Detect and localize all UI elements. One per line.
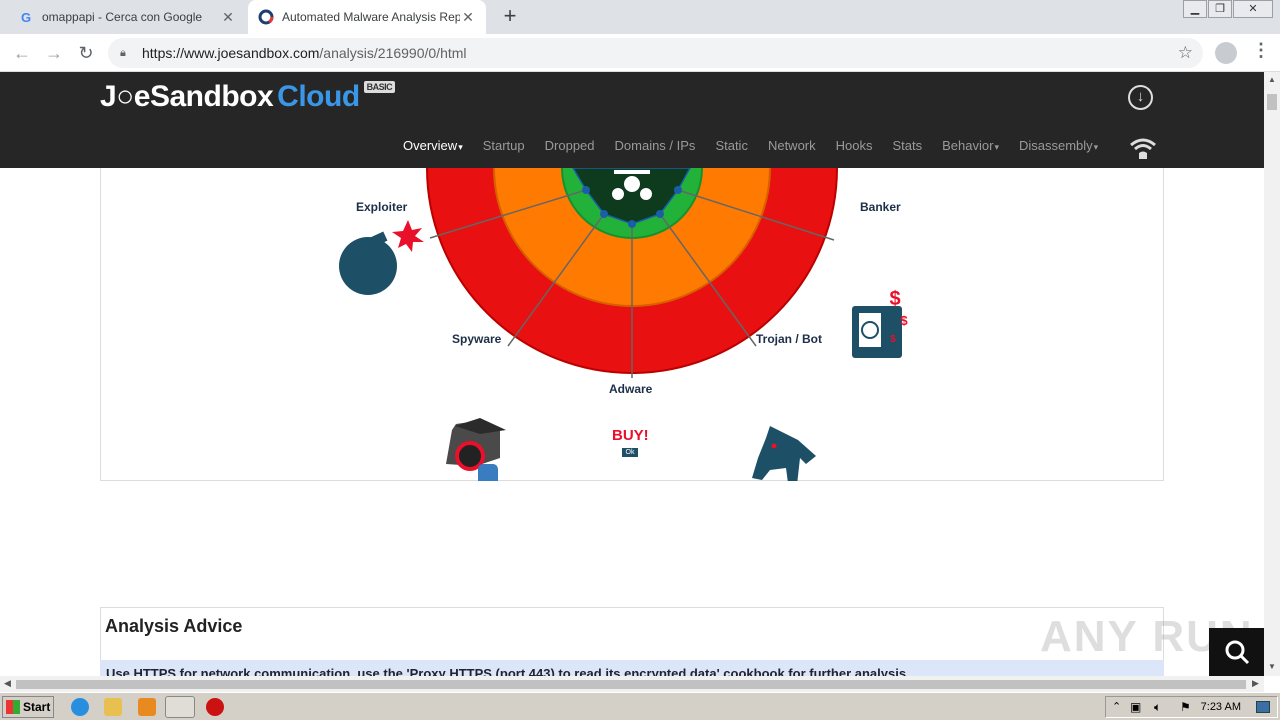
logo-text: J○eSandbox — [100, 80, 274, 113]
tab-malware-report[interactable]: Automated Malware Analysis Report ✕ — [248, 0, 486, 34]
wifi-icon[interactable] — [1128, 134, 1158, 160]
caret-down-icon: ▾ — [994, 142, 999, 152]
nav-disassembly[interactable]: Disassembly▾ — [1019, 138, 1098, 153]
lock-icon: 🔒︎ — [120, 47, 126, 59]
nav-label: Static — [715, 138, 748, 153]
chrome-icon[interactable] — [165, 696, 195, 718]
logo-cloud: Cloud — [277, 80, 360, 113]
system-tray: ⌃ ▣ 🔈︎ ⚑ 7:23 AM — [1105, 696, 1278, 718]
minimize-button[interactable]: ▁ — [1183, 0, 1207, 18]
analysis-advice-title: Analysis Advice — [105, 616, 243, 636]
close-icon[interactable]: ✕ — [220, 9, 236, 26]
svg-text:$: $ — [900, 313, 908, 328]
search-button[interactable] — [1209, 628, 1264, 676]
nav-label: Hooks — [835, 138, 873, 153]
svg-text:$: $ — [889, 288, 900, 310]
clock: 7:23 AM — [1200, 701, 1241, 713]
maximize-button[interactable]: ❐ — [1208, 0, 1232, 18]
caret-down-icon: ▾ — [1093, 142, 1099, 152]
profile-avatar[interactable] — [1215, 42, 1237, 64]
adware-buy-text: BUY! — [612, 427, 649, 444]
nav-static[interactable]: Static — [715, 138, 748, 153]
google-icon: G — [20, 9, 32, 25]
nav-label: Overview — [403, 138, 458, 153]
nav-network[interactable]: Network — [768, 138, 816, 153]
start-label: Start — [23, 700, 51, 714]
volume-icon[interactable]: 🔈︎ — [1154, 700, 1161, 715]
opera-icon[interactable] — [206, 698, 224, 716]
nav-label: Domains / IPs — [614, 138, 696, 153]
nav-label: Network — [767, 138, 816, 153]
label-exploiter: Exploiter — [356, 200, 408, 214]
url-path: /analysis/216990/0/html — [319, 45, 467, 61]
logo-badge: BASIC — [363, 81, 396, 93]
nav-domains-ips[interactable]: Domains / IPs — [615, 138, 696, 153]
internet-explorer-icon[interactable] — [71, 698, 89, 716]
bookmark-star-icon[interactable]: ☆ — [1178, 43, 1193, 63]
site-header: J○eSandbox Cloud BASIC ↓ Overview▾ Startup D… — [0, 72, 1264, 168]
label-adware: Adware — [609, 382, 653, 396]
windows-taskbar: Start ⌃ ▣ 🔈︎ ⚑ 7:23 AM — [0, 692, 1280, 720]
address-bar[interactable]: 🔒︎ https://www.joesandbox.com/analysis/2… — [108, 38, 1203, 68]
vertical-scrollbar[interactable]: ▲ ▼ — [1264, 72, 1280, 676]
nav-stats[interactable]: Stats — [893, 138, 923, 153]
reload-button[interactable]: ↻ — [74, 41, 98, 65]
tab-google-search[interactable]: G omappapi - Cerca con Google ✕ — [8, 0, 246, 34]
nav-dropped[interactable]: Dropped — [545, 138, 595, 153]
label-spyware: Spyware — [452, 332, 502, 346]
url-host: https://www.joesandbox.com — [142, 45, 320, 61]
close-window-button[interactable]: ✕ — [1233, 0, 1273, 18]
bomb-icon — [339, 220, 424, 295]
adware-ok-button: Ok — [622, 448, 638, 457]
joesandbox-logo[interactable]: J○eSandbox Cloud BASIC — [100, 80, 396, 114]
horse-icon — [752, 426, 816, 481]
tab-title: Automated Malware Analysis Report — [282, 10, 460, 24]
nav-label: Dropped — [544, 138, 595, 153]
new-tab-button[interactable]: + — [498, 5, 522, 29]
nav-behavior[interactable]: Behavior▾ — [942, 138, 999, 153]
nav-label: Behavior — [942, 138, 994, 153]
label-trojan-bot: Trojan / Bot — [756, 332, 822, 346]
scrollbar-thumb[interactable] — [16, 680, 1246, 689]
caret-down-icon: ▾ — [458, 142, 463, 152]
spy-icon — [446, 418, 506, 481]
nav-label: Disassembly — [1018, 138, 1093, 153]
analysis-advice-text: Use HTTPS for network communication, use… — [100, 660, 1164, 676]
nav-label: Stats — [892, 138, 923, 153]
nav-label: Startup — [482, 138, 525, 153]
browser-toolbar: ← → ↻ 🔒︎ https://www.joesandbox.com/anal… — [0, 34, 1280, 72]
media-player-icon[interactable] — [138, 698, 156, 716]
report-nav: Overview▾ Startup Dropped Domains / IPs Stat… — [403, 138, 1118, 153]
label-banker: Banker — [860, 200, 901, 214]
tray-arrow-icon[interactable]: ⌃ — [1112, 700, 1121, 713]
network-icon[interactable]: ▣ — [1130, 700, 1141, 714]
joesandbox-favicon-icon — [258, 9, 274, 25]
folder-icon[interactable] — [104, 698, 122, 716]
nav-overview[interactable]: Overview▾ — [403, 138, 463, 153]
tab-strip: G omappapi - Cerca con Google ✕ Automate… — [0, 0, 1280, 34]
tab-title: omappapi - Cerca con Google — [42, 10, 203, 24]
horizontal-scrollbar[interactable]: ◀ ▶ — [0, 676, 1264, 692]
close-icon[interactable]: ✕ — [460, 9, 476, 26]
search-icon — [1225, 640, 1249, 665]
forward-button[interactable]: → — [42, 41, 66, 65]
nav-hooks[interactable]: Hooks — [836, 138, 873, 153]
windows-logo-icon — [6, 700, 20, 714]
show-desktop-icon[interactable] — [1256, 701, 1270, 713]
chrome-menu-icon[interactable]: ⋮ — [1252, 40, 1270, 61]
safe-icon: $ $ $ — [852, 288, 908, 358]
page-viewport: J○eSandbox Cloud BASIC ↓ Overview▾ Startup D… — [0, 72, 1264, 676]
start-button[interactable]: Start — [2, 696, 54, 718]
download-icon[interactable]: ↓ — [1128, 85, 1153, 110]
nav-startup[interactable]: Startup — [483, 138, 525, 153]
back-button[interactable]: ← — [10, 41, 34, 65]
flag-icon[interactable]: ⚑ — [1180, 700, 1191, 714]
scrollbar-thumb[interactable] — [1267, 94, 1277, 110]
svg-text:$: $ — [890, 334, 896, 345]
